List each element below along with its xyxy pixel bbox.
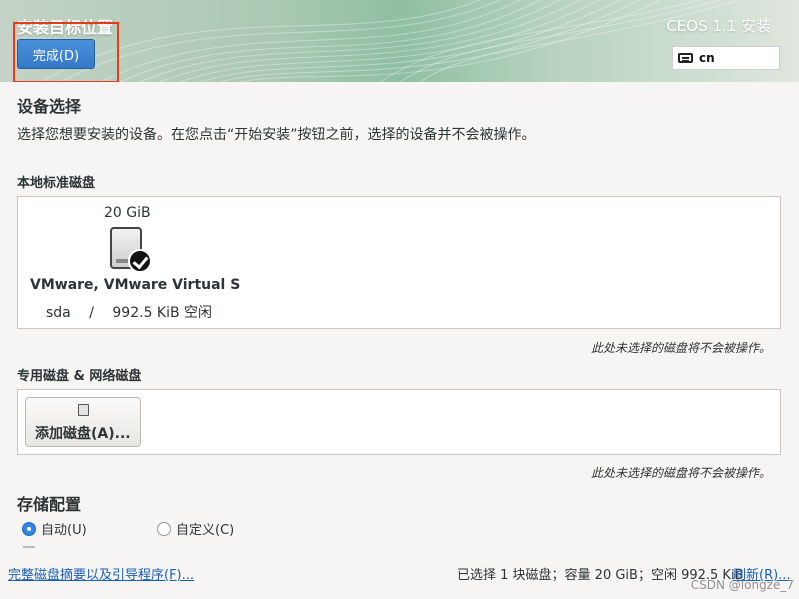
radio-unselected-icon [157, 521, 171, 536]
disk-size: 20 GiB [104, 205, 151, 221]
add-disk-button[interactable]: 添加磁盘(A)... [25, 397, 141, 447]
disk-summary-link[interactable]: 完整磁盘摘要以及引导程序(F)... [8, 564, 194, 583]
device-selection-description: 选择您想要安装的设备。在您点击“开始安装”按钮之前，选择的设备并不会被操作。 [17, 127, 536, 143]
special-disks-panel: 添加磁盘(A)... [17, 389, 781, 455]
disk-free-space: 992.5 KiB 空闲 [112, 305, 213, 321]
disk-name: sda [46, 305, 71, 321]
disk-separator: / [89, 305, 94, 321]
disk-info: sda / 992.5 KiB 空闲 [46, 302, 226, 322]
radio-selected-icon [22, 521, 36, 536]
header-banner: 安装目标位置 CEOS 1.1 安装 完成(D) cn [0, 0, 799, 82]
local-disks-heading: 本地标准磁盘 [17, 176, 96, 191]
keyboard-icon [678, 53, 693, 63]
radio-automatic-label: 自动(U) [41, 523, 87, 538]
disk-icon [78, 404, 89, 416]
product-title: CEOS 1.1 安装 [666, 17, 771, 35]
radio-custom[interactable]: 自定义(C) [157, 519, 234, 538]
local-disks-panel: 20 GiB VMware, VMware Virtual S sda / 99… [17, 196, 781, 329]
done-button-highlight-box [13, 22, 119, 82]
local-disks-note: 此处未选择的磁盘将不会被操作。 [590, 341, 771, 355]
storage-config-heading: 存储配置 [17, 495, 82, 514]
watermark: CSDN @longze_7 [690, 578, 794, 592]
special-disks-heading: 专用磁盘 & 网络磁盘 [17, 369, 142, 384]
clipped-option-indicator [23, 546, 35, 548]
device-selection-heading: 设备选择 [17, 97, 82, 116]
radio-automatic[interactable]: 自动(U) [22, 519, 87, 538]
radio-custom-label: 自定义(C) [176, 523, 235, 538]
special-disks-note: 此处未选择的磁盘将不会被操作。 [590, 466, 771, 480]
keyboard-layout-label: cn [699, 51, 715, 65]
add-disk-label: 添加磁盘(A)... [35, 426, 131, 442]
disk-model: VMware, VMware Virtual S [30, 277, 241, 293]
selected-check-icon [128, 249, 152, 273]
keyboard-layout-indicator[interactable]: cn [672, 46, 780, 70]
